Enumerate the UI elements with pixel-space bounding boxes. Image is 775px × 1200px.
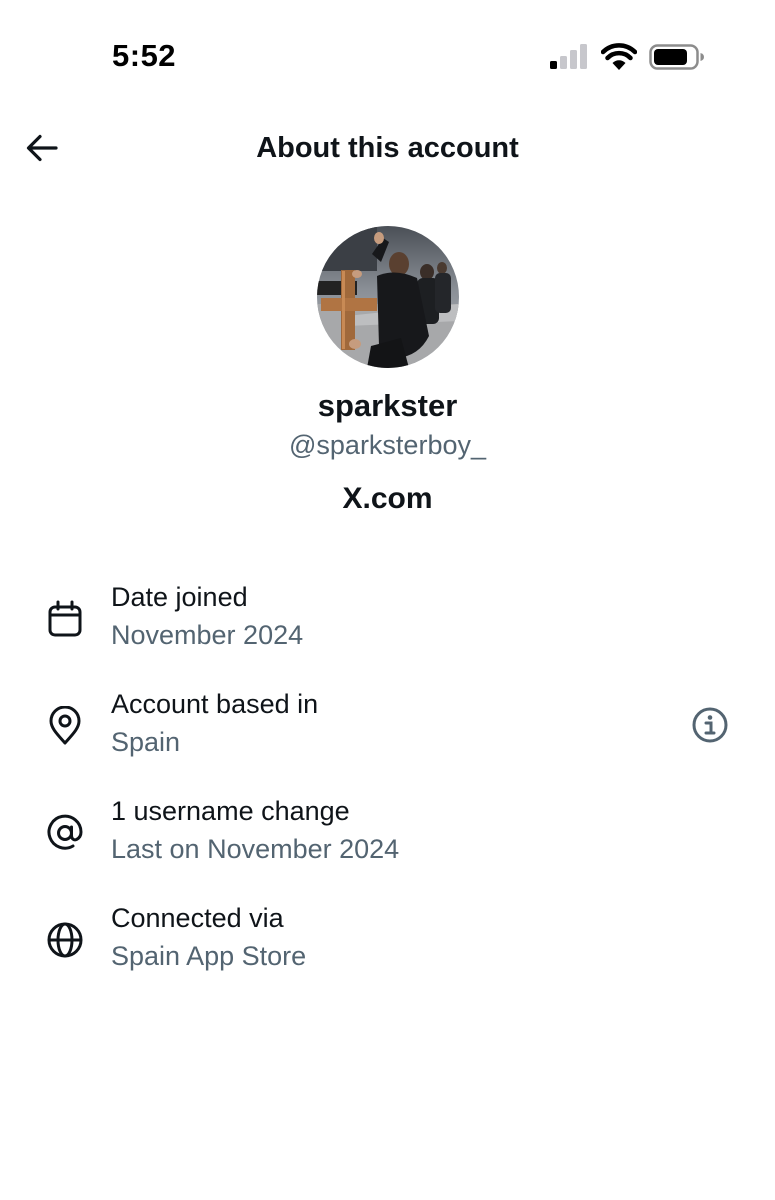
status-bar: 5:52 — [0, 0, 775, 110]
connected-via-row: Connected via Spain App Store — [0, 903, 775, 983]
row-label: Account based in — [111, 689, 319, 719]
platform-domain: X.com — [342, 482, 433, 515]
globe-icon — [44, 919, 86, 961]
username-change-row: 1 username change Last on November 2024 — [0, 796, 775, 876]
calendar-icon — [44, 598, 86, 640]
info-button[interactable] — [690, 707, 730, 747]
display-name: sparkster — [317, 388, 458, 423]
row-label: Date joined — [111, 582, 248, 612]
wifi-icon — [600, 43, 638, 71]
row-value: Last on November 2024 — [111, 834, 400, 864]
row-value: Spain — [111, 727, 181, 757]
info-icon — [691, 706, 729, 749]
row-label: Connected via — [111, 903, 284, 933]
at-sign-icon — [44, 812, 86, 854]
user-handle: @sparksterboy_ — [289, 430, 486, 460]
row-value: November 2024 — [111, 620, 304, 650]
top-navigation-bar: About this account — [0, 118, 775, 182]
avatar[interactable] — [317, 226, 459, 368]
date-joined-row: Date joined November 2024 — [0, 582, 775, 662]
row-label: 1 username change — [111, 796, 350, 826]
cellular-signal-icon — [549, 44, 589, 70]
status-time: 5:52 — [112, 38, 177, 73]
account-location-row: Account based in Spain — [0, 689, 775, 769]
location-pin-icon — [44, 705, 86, 747]
row-value: Spain App Store — [111, 941, 307, 971]
page-title: About this account — [256, 132, 519, 164]
battery-icon — [649, 44, 705, 70]
